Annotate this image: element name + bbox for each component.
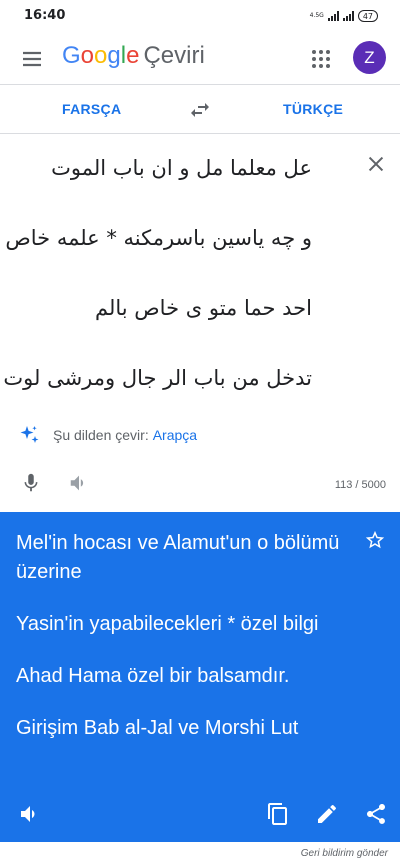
- sparkle-icon: [20, 426, 39, 443]
- status-bar: 16:40 4.5G 47: [0, 0, 400, 34]
- source-line: احد حما متو ی خاص بالم: [95, 296, 312, 320]
- detected-language-link[interactable]: Arapça: [153, 427, 197, 443]
- result-actions-bar: [0, 802, 400, 826]
- swap-languages-icon[interactable]: [188, 98, 212, 122]
- logo-letter: e: [126, 42, 140, 69]
- google-translate-logo: Google Çeviri: [62, 42, 205, 70]
- logo-letter: o: [80, 42, 95, 69]
- logo-letter: G: [62, 42, 81, 69]
- translation-result-card: Mel'in hocası ve Alamut'un o bölümü üzer…: [0, 512, 400, 842]
- product-name: Çeviri: [143, 42, 205, 69]
- save-star-icon[interactable]: [364, 529, 386, 551]
- source-text[interactable]: عل معلما مل و ان باب الموت و چه یاسین با…: [3, 151, 312, 431]
- source-line: و چه یاسین باسرمکنه * علمه خاص: [5, 226, 312, 250]
- logo-letter: g: [107, 42, 121, 69]
- translation-paragraph: Ahad Hama özel bir balsamdır.: [16, 665, 290, 687]
- account-avatar[interactable]: Z: [353, 41, 386, 74]
- status-time: 16:40: [24, 8, 66, 23]
- detect-language-row: Şu dilden çevir: Arapça: [17, 423, 197, 447]
- listen-source-icon[interactable]: [68, 472, 90, 494]
- translation-text[interactable]: Mel'in hocası ve Alamut'un o bölümü üzer…: [16, 529, 346, 766]
- send-feedback-link[interactable]: Geri bildirim gönder: [301, 848, 388, 859]
- translation-paragraph: Girişim Bab al-Jal ve Morshi Lut: [16, 717, 299, 739]
- character-count: 113 / 5000: [334, 479, 386, 491]
- apps-grid-icon[interactable]: [309, 47, 333, 71]
- copy-icon[interactable]: [266, 802, 290, 826]
- app-bar: Google Çeviri Z: [0, 34, 400, 84]
- target-language-button[interactable]: TÜRKÇE: [283, 101, 343, 117]
- network-type-label: 4.5G: [309, 12, 324, 19]
- signal-icon: [327, 11, 339, 21]
- status-icons: 4.5G 47: [310, 10, 378, 22]
- source-line: عل معلما مل و ان باب الموت: [51, 156, 312, 180]
- listen-translation-icon[interactable]: [18, 802, 42, 826]
- microphone-icon[interactable]: [20, 472, 42, 494]
- source-line: تدخل من باب الر جال ومرشی لوت: [3, 366, 312, 390]
- translation-paragraph: Yasin'in yapabilecekleri * özel bilgi: [16, 613, 319, 635]
- detect-language-label: Şu dilden çevir:: [53, 427, 149, 443]
- feedback-bar: Geri bildirim gönder: [0, 842, 400, 866]
- menu-icon[interactable]: [20, 47, 44, 71]
- translation-paragraph: Mel'in hocası ve Alamut'un o bölümü üzer…: [16, 532, 340, 583]
- clear-text-icon[interactable]: [365, 153, 387, 175]
- language-bar: FARSÇA TÜRKÇE: [0, 84, 400, 134]
- logo-letter: o: [94, 42, 108, 69]
- signal-icon-2: [342, 11, 354, 21]
- share-icon[interactable]: [364, 802, 388, 826]
- source-input-area[interactable]: عل معلما مل و ان باب الموت و چه یاسین با…: [0, 134, 400, 512]
- battery-icon: 47: [357, 10, 378, 22]
- edit-pencil-icon[interactable]: [315, 802, 339, 826]
- source-language-button[interactable]: FARSÇA: [62, 101, 121, 117]
- google-wordmark: Google: [62, 42, 139, 69]
